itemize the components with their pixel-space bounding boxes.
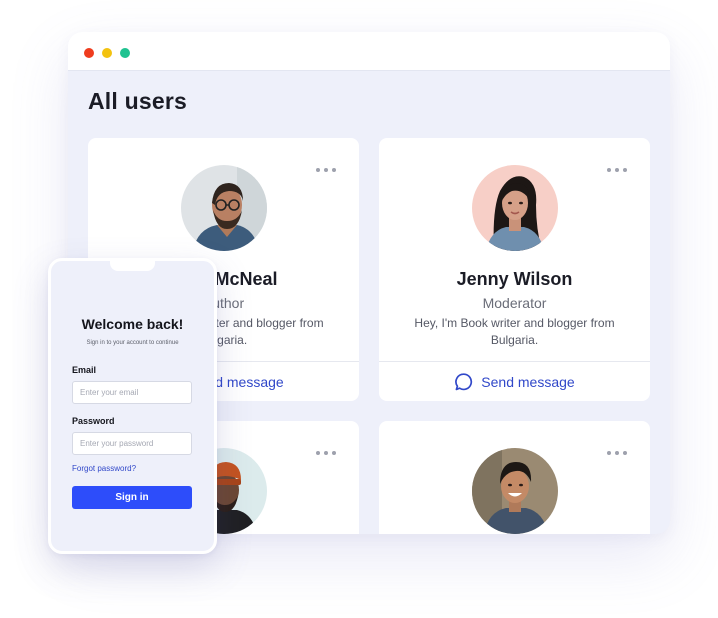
minimize-window-button[interactable] [102, 48, 112, 58]
user-role: Moderator [482, 295, 547, 311]
page-title: All users [88, 88, 187, 114]
more-options-icon[interactable] [315, 450, 337, 456]
user-name: Jenny Wilson [456, 269, 573, 289]
avatar [472, 165, 558, 251]
email-label: Email [72, 365, 97, 375]
login-title: Welcome back! [81, 316, 184, 332]
maximize-window-button[interactable] [120, 48, 130, 58]
sign-in-button[interactable]: Sign in [72, 486, 192, 509]
user-card [379, 421, 650, 534]
password-field[interactable] [72, 432, 192, 455]
phone-notch [110, 261, 155, 271]
send-message-label: Send message [481, 373, 575, 390]
user-card: Jenny Wilson Moderator Hey, I'm Book wri… [379, 138, 650, 401]
send-message-button[interactable]: Send message [379, 362, 650, 401]
email-field[interactable] [72, 381, 192, 404]
password-label: Password [72, 416, 115, 426]
more-options-icon[interactable] [606, 450, 628, 456]
avatar [472, 448, 558, 534]
forgot-password-link[interactable]: Forgot password? [72, 464, 136, 473]
more-options-icon[interactable] [606, 167, 628, 173]
window-titlebar [68, 32, 670, 71]
close-window-button[interactable] [84, 48, 94, 58]
chat-bubble-icon [455, 372, 473, 390]
phone-mockup: Welcome back! Sign in to your account to… [48, 258, 217, 554]
avatar [181, 165, 267, 251]
login-subtitle: Sign in to your account to continue [86, 340, 179, 346]
user-bio: Hey, I'm Book writer and blogger from Bu… [414, 316, 615, 347]
more-options-icon[interactable] [315, 167, 337, 173]
